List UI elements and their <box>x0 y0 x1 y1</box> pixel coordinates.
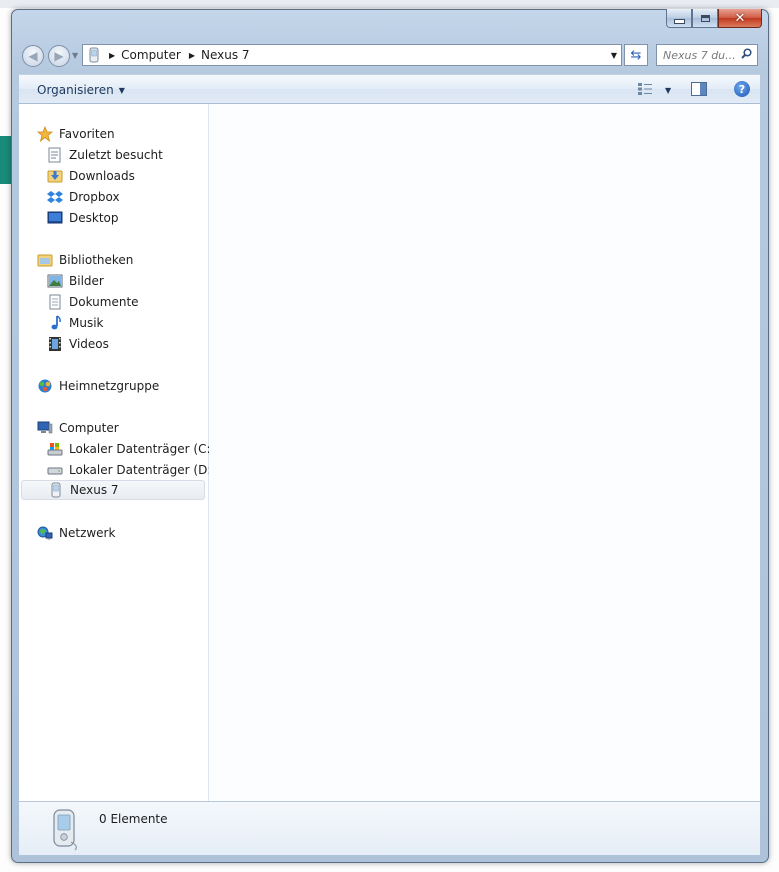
drive-icon <box>47 462 63 478</box>
background-toolbar <box>0 0 779 8</box>
back-arrow-icon: ◀ <box>28 49 38 63</box>
address-bar[interactable]: ▶ Computer ▶ Nexus 7 ▼ <box>82 44 622 66</box>
view-details-icon <box>637 82 653 99</box>
nav-item-pictures[interactable]: Bilder <box>19 271 233 291</box>
recent-places-icon <box>47 147 63 163</box>
nav-group-libraries[interactable]: Bibliotheken <box>19 250 223 270</box>
close-button[interactable]: ✕ <box>718 9 762 28</box>
nav-group-computer[interactable]: Computer <box>19 418 223 438</box>
nav-item-label: Videos <box>69 337 109 351</box>
organize-label: Organisieren <box>37 83 114 97</box>
dropbox-icon <box>47 189 63 205</box>
caption-buttons: ✕ <box>666 9 762 29</box>
nav-item-label: Dropbox <box>69 190 120 204</box>
maximize-icon <box>700 14 710 22</box>
search-input[interactable] <box>663 48 737 62</box>
refresh-button[interactable]: ⇆ <box>624 44 648 66</box>
nav-group-label: Computer <box>59 421 119 435</box>
search-box <box>656 44 758 66</box>
details-pane: 0 Elemente <box>19 801 760 855</box>
nav-item-drive-c[interactable]: Lokaler Datenträger (C:) <box>19 439 233 459</box>
nav-item-label: Desktop <box>69 211 119 225</box>
nav-item-label: Nexus 7 <box>70 483 119 497</box>
navigation-bar: ◀ ▶ ▼ ▶ Computer ▶ Nexus 7 ▼ ⇆ <box>20 43 760 69</box>
address-history-dropdown[interactable]: ▼ <box>611 51 617 60</box>
explorer-window: ✕ ◀ ▶ ▼ ▶ Computer ▶ Nexus 7 ▼ ⇆ Nexus 7… <box>11 9 769 863</box>
organize-button[interactable]: Organisieren ▼ <box>37 83 125 97</box>
nav-item-music[interactable]: Musik <box>19 313 233 333</box>
nav-item-nexus-7[interactable]: Nexus 7 <box>21 480 205 500</box>
portable-device-icon <box>48 482 64 498</box>
minimize-button[interactable] <box>666 9 692 28</box>
portable-device-large-icon <box>45 806 85 852</box>
breadcrumb-separator[interactable]: ▶ <box>189 51 195 60</box>
nav-group-homegroup[interactable]: Heimnetzgruppe <box>19 376 223 396</box>
music-icon <box>47 315 63 331</box>
search-icon[interactable] <box>741 48 752 62</box>
downloads-folder-icon <box>47 168 63 184</box>
videos-icon <box>47 336 63 352</box>
file-list-pane[interactable] <box>209 104 760 801</box>
homegroup-icon <box>37 378 53 394</box>
navigation-pane: Favoriten Zuletzt besucht Downloads Drop… <box>19 104 216 801</box>
nav-item-label: Lokaler Datenträger (D:) <box>69 463 217 477</box>
nav-group-label: Heimnetzgruppe <box>59 379 160 393</box>
nav-group-favorites[interactable]: Favoriten <box>19 124 223 144</box>
desktop-icon <box>47 210 63 226</box>
back-button[interactable]: ◀ <box>22 45 44 67</box>
nav-item-label: Lokaler Datenträger (C:) <box>69 442 216 456</box>
help-icon[interactable]: ? <box>734 81 750 97</box>
libraries-icon <box>37 252 53 268</box>
preview-pane-button[interactable] <box>691 82 707 99</box>
command-bar: Organisieren ▼ ▼ ? <box>19 74 760 104</box>
star-icon <box>37 126 53 142</box>
forward-arrow-icon: ▶ <box>54 49 64 63</box>
system-drive-icon <box>47 441 63 457</box>
nav-item-desktop[interactable]: Desktop <box>19 208 233 228</box>
nav-item-label: Dokumente <box>69 295 139 309</box>
item-count: 0 Elemente <box>99 812 168 826</box>
documents-icon <box>47 294 63 310</box>
breadcrumb-separator[interactable]: ▶ <box>109 51 115 60</box>
nav-item-label: Zuletzt besucht <box>69 148 163 162</box>
nav-item-documents[interactable]: Dokumente <box>19 292 233 312</box>
network-icon <box>37 525 53 541</box>
preview-pane-icon <box>691 82 707 99</box>
nav-item-label: Bilder <box>69 274 104 288</box>
pictures-icon <box>47 273 63 289</box>
change-view-button[interactable]: ▼ <box>637 82 671 99</box>
nav-item-dropbox[interactable]: Dropbox <box>19 187 233 207</box>
chevron-down-icon: ▼ <box>118 85 125 95</box>
nav-group-label: Bibliotheken <box>59 253 134 267</box>
close-icon: ✕ <box>734 10 746 26</box>
view-dropdown-chevron-icon[interactable]: ▼ <box>665 86 671 95</box>
nav-group-label: Favoriten <box>59 127 115 141</box>
nav-item-videos[interactable]: Videos <box>19 334 233 354</box>
nav-group-label: Netzwerk <box>59 526 116 540</box>
recent-pages-dropdown[interactable]: ▼ <box>72 51 78 60</box>
nav-item-downloads[interactable]: Downloads <box>19 166 233 186</box>
minimize-icon <box>673 18 685 24</box>
breadcrumb-computer[interactable]: Computer <box>121 48 181 62</box>
portable-device-icon <box>87 47 101 63</box>
nav-item-label: Musik <box>69 316 104 330</box>
nav-group-network[interactable]: Netzwerk <box>19 523 223 543</box>
computer-icon <box>37 420 53 436</box>
nav-item-label: Downloads <box>69 169 135 183</box>
refresh-icon: ⇆ <box>630 47 642 63</box>
maximize-button[interactable] <box>692 9 718 28</box>
nav-item-recent-places[interactable]: Zuletzt besucht <box>19 145 233 165</box>
forward-button[interactable]: ▶ <box>48 45 70 67</box>
nav-item-drive-d[interactable]: Lokaler Datenträger (D:) <box>19 460 233 480</box>
breadcrumb-nexus-7[interactable]: Nexus 7 <box>201 48 250 62</box>
